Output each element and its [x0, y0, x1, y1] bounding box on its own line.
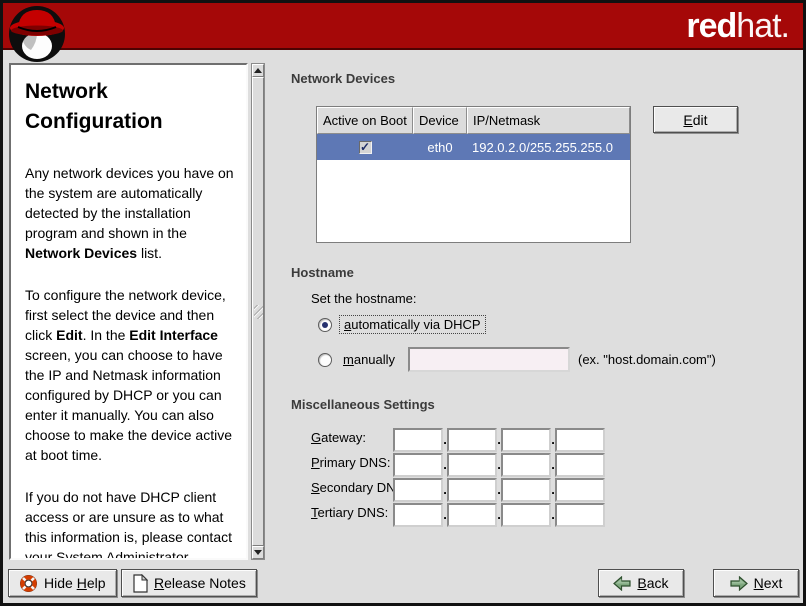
hostname-manual-radio[interactable] [318, 353, 332, 367]
tertiary-dns-octet-2[interactable] [447, 503, 497, 527]
life-preserver-icon [19, 574, 38, 593]
gateway-octet-3[interactable] [501, 428, 551, 452]
gateway-label: Gateway: [311, 430, 366, 445]
secondary-dns-octet-1[interactable] [393, 478, 443, 502]
hostname-section-label: Hostname [291, 265, 354, 280]
next-arrow-icon [730, 576, 748, 591]
tertiary-dns-octet-4[interactable] [555, 503, 605, 527]
scroll-down-button[interactable] [252, 546, 264, 559]
edit-button[interactable]: Edit [653, 106, 738, 133]
gateway-octet-4[interactable] [555, 428, 605, 452]
secondary-dns-octet-2[interactable] [447, 478, 497, 502]
hostname-hint: (ex. "host.domain.com") [578, 352, 716, 367]
hostname-auto-label[interactable]: automatically via DHCP [339, 315, 486, 334]
hide-help-button[interactable]: Hide Help [8, 569, 117, 597]
release-notes-label: Release Notes [154, 575, 246, 591]
gateway-octet-1[interactable] [393, 428, 443, 452]
scroll-up-button[interactable] [252, 64, 264, 77]
brand-hat: hat. [736, 7, 789, 45]
help-paragraph: Any network devices you have on the syst… [25, 163, 234, 263]
primary-dns-octet-2[interactable] [447, 453, 497, 477]
tertiary-dns-label: Tertiary DNS: [311, 505, 388, 520]
ip-netmask-cell: 192.0.2.0/255.255.255.0 [467, 140, 630, 155]
tertiary-dns-octet-group: ... [393, 500, 605, 530]
secondary-dns-octet-3[interactable] [501, 478, 551, 502]
checkbox-checkmark-icon: ✓ [360, 142, 370, 153]
header-bar: redhat. [3, 3, 803, 50]
column-header-device: Device [413, 107, 467, 134]
radio-dot-icon [322, 322, 328, 328]
edit-button-label: Edit [683, 112, 707, 128]
help-scrollbar[interactable] [251, 63, 265, 560]
secondary-dns-octet-4[interactable] [555, 478, 605, 502]
gateway-octet-2[interactable] [447, 428, 497, 452]
scrollbar-thumb[interactable] [252, 77, 264, 546]
column-header-active-on-boot: Active on Boot [317, 107, 413, 134]
hostname-input[interactable] [408, 347, 570, 372]
table-header-row: Active on Boot Device IP/Netmask [317, 107, 630, 134]
tertiary-dns-octet-1[interactable] [393, 503, 443, 527]
primary-dns-label: Primary DNS: [311, 455, 390, 470]
back-button[interactable]: Back [598, 569, 684, 597]
installer-window: redhat. Network Configuration Any networ… [0, 0, 806, 606]
release-notes-button[interactable]: Release Notes [121, 569, 257, 597]
help-title: Network Configuration [25, 77, 234, 137]
scrollbar-grip-icon [254, 305, 263, 319]
hide-help-label: Hide Help [44, 575, 106, 591]
document-page-icon [132, 574, 148, 593]
back-arrow-icon [613, 576, 631, 591]
help-paragraph: To configure the network device, first s… [25, 285, 234, 465]
brand-red: red [686, 7, 736, 45]
active-on-boot-checkbox[interactable]: ✓ [359, 141, 372, 154]
tertiary-dns-octet-3[interactable] [501, 503, 551, 527]
network-devices-table: Active on Boot Device IP/Netmask ✓ eth0 … [316, 106, 631, 243]
next-label: Next [754, 575, 783, 591]
device-name-cell: eth0 [413, 140, 467, 155]
network-devices-section-label: Network Devices [291, 71, 395, 86]
next-button[interactable]: Next [713, 569, 799, 597]
misc-settings-section-label: Miscellaneous Settings [291, 397, 435, 412]
help-panel: Network Configuration Any network device… [9, 63, 248, 560]
hostname-auto-radio[interactable] [318, 318, 332, 332]
scroll-down-icon [254, 550, 262, 555]
hostname-manual-label[interactable]: manually [343, 352, 395, 367]
primary-dns-octet-1[interactable] [393, 453, 443, 477]
primary-dns-octet-4[interactable] [555, 453, 605, 477]
primary-dns-octet-3[interactable] [501, 453, 551, 477]
table-row-eth0[interactable]: ✓ eth0 192.0.2.0/255.255.255.0 [317, 134, 630, 160]
set-hostname-prompt: Set the hostname: [311, 291, 417, 306]
column-header-ip-netmask: IP/Netmask [467, 107, 630, 134]
help-paragraph: If you do not have DHCP client access or… [25, 487, 234, 560]
redhat-wordmark: redhat. [686, 7, 789, 45]
redhat-shadowman-logo-icon [6, 4, 70, 64]
scroll-up-icon [254, 68, 262, 73]
back-label: Back [637, 575, 668, 591]
